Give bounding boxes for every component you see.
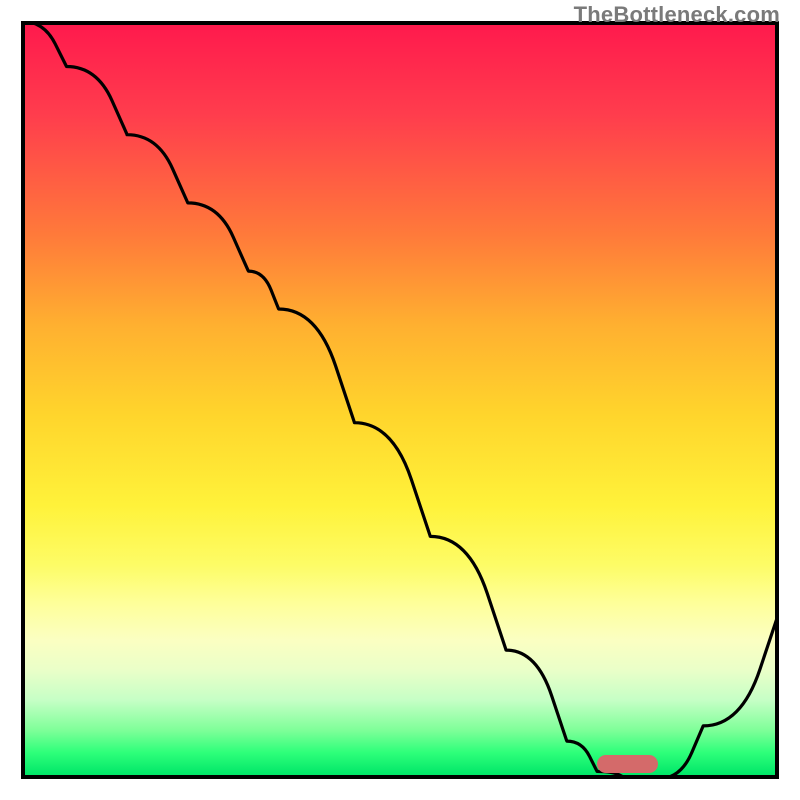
chart-plot-area [21, 21, 779, 779]
watermark-text: TheBottleneck.com [574, 2, 780, 28]
optimal-range-marker [597, 755, 658, 773]
